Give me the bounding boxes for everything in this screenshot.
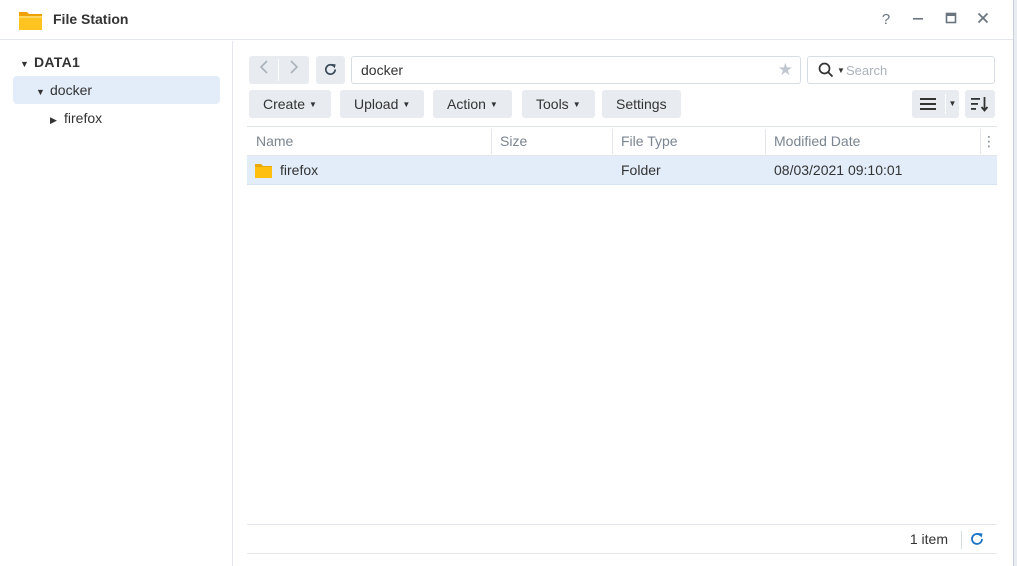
list-view-button[interactable] bbox=[912, 90, 944, 118]
chevron-down-icon: ▼ bbox=[572, 100, 581, 109]
list-view-icon bbox=[920, 98, 936, 110]
chevron-down-icon: ▼ bbox=[309, 100, 317, 109]
folder-tree-sidebar: ▼ DATA1 ▼ docker ▶ firefox bbox=[0, 41, 233, 566]
caret-down-icon[interactable]: ▼ bbox=[36, 78, 50, 106]
window-title: File Station bbox=[53, 11, 129, 27]
item-count: 1 item bbox=[909, 531, 948, 547]
maximize-icon[interactable] bbox=[941, 10, 961, 30]
chevron-left-icon bbox=[259, 60, 268, 74]
tree-root-data1[interactable]: ▼ DATA1 bbox=[20, 48, 80, 76]
minimize-icon[interactable] bbox=[908, 10, 928, 30]
chevron-down-icon[interactable]: ▼ bbox=[837, 57, 845, 84]
help-icon[interactable]: ? bbox=[876, 10, 896, 30]
tree-item-docker[interactable]: ▼ docker bbox=[13, 76, 220, 104]
table-row[interactable]: firefox Folder 08/03/2021 09:10:01 bbox=[247, 156, 997, 185]
sort-button[interactable] bbox=[965, 90, 995, 118]
cell-modified-date: 08/03/2021 09:10:01 bbox=[774, 162, 903, 178]
star-icon[interactable]: ★ bbox=[778, 57, 793, 83]
search-input[interactable] bbox=[846, 60, 986, 80]
main-panel: docker ★ ▼ Create▼ Upload▼ Action▼ Tools… bbox=[234, 41, 1013, 566]
column-menu-icon[interactable]: ⋮ bbox=[981, 127, 997, 156]
refresh-icon bbox=[325, 63, 337, 75]
column-header-file-type[interactable]: File Type bbox=[612, 127, 765, 156]
create-button-label: Create bbox=[263, 96, 306, 112]
caret-right-icon[interactable]: ▶ bbox=[50, 106, 64, 134]
action-button-label: Action bbox=[447, 96, 486, 112]
close-icon[interactable] bbox=[973, 10, 993, 30]
caret-down-icon[interactable]: ▼ bbox=[20, 50, 34, 78]
file-station-window: File Station ? ▼ DATA1 ▼ docker ▶ firefox bbox=[0, 0, 1014, 566]
cell-name: firefox bbox=[280, 162, 319, 178]
file-list-grid: Name Size File Type Modified Date ⋮ fire… bbox=[247, 126, 997, 526]
nav-button-group bbox=[249, 56, 309, 84]
status-bar: 1 item bbox=[247, 524, 997, 554]
upload-button-label: Upload bbox=[354, 96, 399, 112]
folder-icon bbox=[255, 164, 272, 178]
tools-button-label: Tools bbox=[536, 96, 569, 112]
column-header-name[interactable]: Name bbox=[247, 127, 491, 156]
refresh-icon[interactable] bbox=[969, 531, 985, 547]
divider bbox=[961, 531, 962, 549]
chevron-right-icon bbox=[290, 60, 299, 74]
sort-icon bbox=[971, 97, 989, 112]
cell-file-type: Folder bbox=[621, 162, 661, 178]
tree-root-label: DATA1 bbox=[34, 54, 81, 70]
column-header-size[interactable]: Size bbox=[491, 127, 612, 156]
path-text: docker bbox=[361, 62, 404, 78]
file-station-app-icon bbox=[19, 12, 42, 30]
settings-button-label: Settings bbox=[616, 96, 667, 112]
create-button[interactable]: Create ▼ bbox=[249, 90, 331, 118]
search-field[interactable]: ▼ bbox=[807, 56, 995, 84]
view-mode-group: ▼ bbox=[912, 90, 959, 118]
tree-item-firefox[interactable]: ▶ firefox bbox=[50, 104, 102, 132]
chevron-down-icon: ▼ bbox=[948, 99, 957, 108]
tree-item-label: docker bbox=[50, 82, 93, 98]
back-button[interactable] bbox=[249, 56, 279, 84]
tools-button[interactable]: Tools ▼ bbox=[522, 90, 595, 118]
refresh-button[interactable] bbox=[316, 56, 345, 84]
upload-button[interactable]: Upload ▼ bbox=[340, 90, 425, 118]
search-icon[interactable] bbox=[818, 62, 834, 78]
title-bar[interactable]: File Station ? bbox=[0, 0, 1013, 40]
tree-item-label: firefox bbox=[64, 110, 103, 126]
grid-header: Name Size File Type Modified Date ⋮ bbox=[247, 127, 997, 156]
view-mode-dropdown[interactable]: ▼ bbox=[946, 90, 959, 118]
chevron-down-icon: ▼ bbox=[402, 100, 411, 109]
chevron-down-icon: ▼ bbox=[489, 100, 498, 109]
settings-button[interactable]: Settings bbox=[602, 90, 681, 118]
column-header-modified-date[interactable]: Modified Date bbox=[765, 127, 980, 156]
forward-button[interactable] bbox=[279, 56, 309, 84]
path-field[interactable]: docker ★ bbox=[351, 56, 801, 84]
action-button[interactable]: Action ▼ bbox=[433, 90, 512, 118]
